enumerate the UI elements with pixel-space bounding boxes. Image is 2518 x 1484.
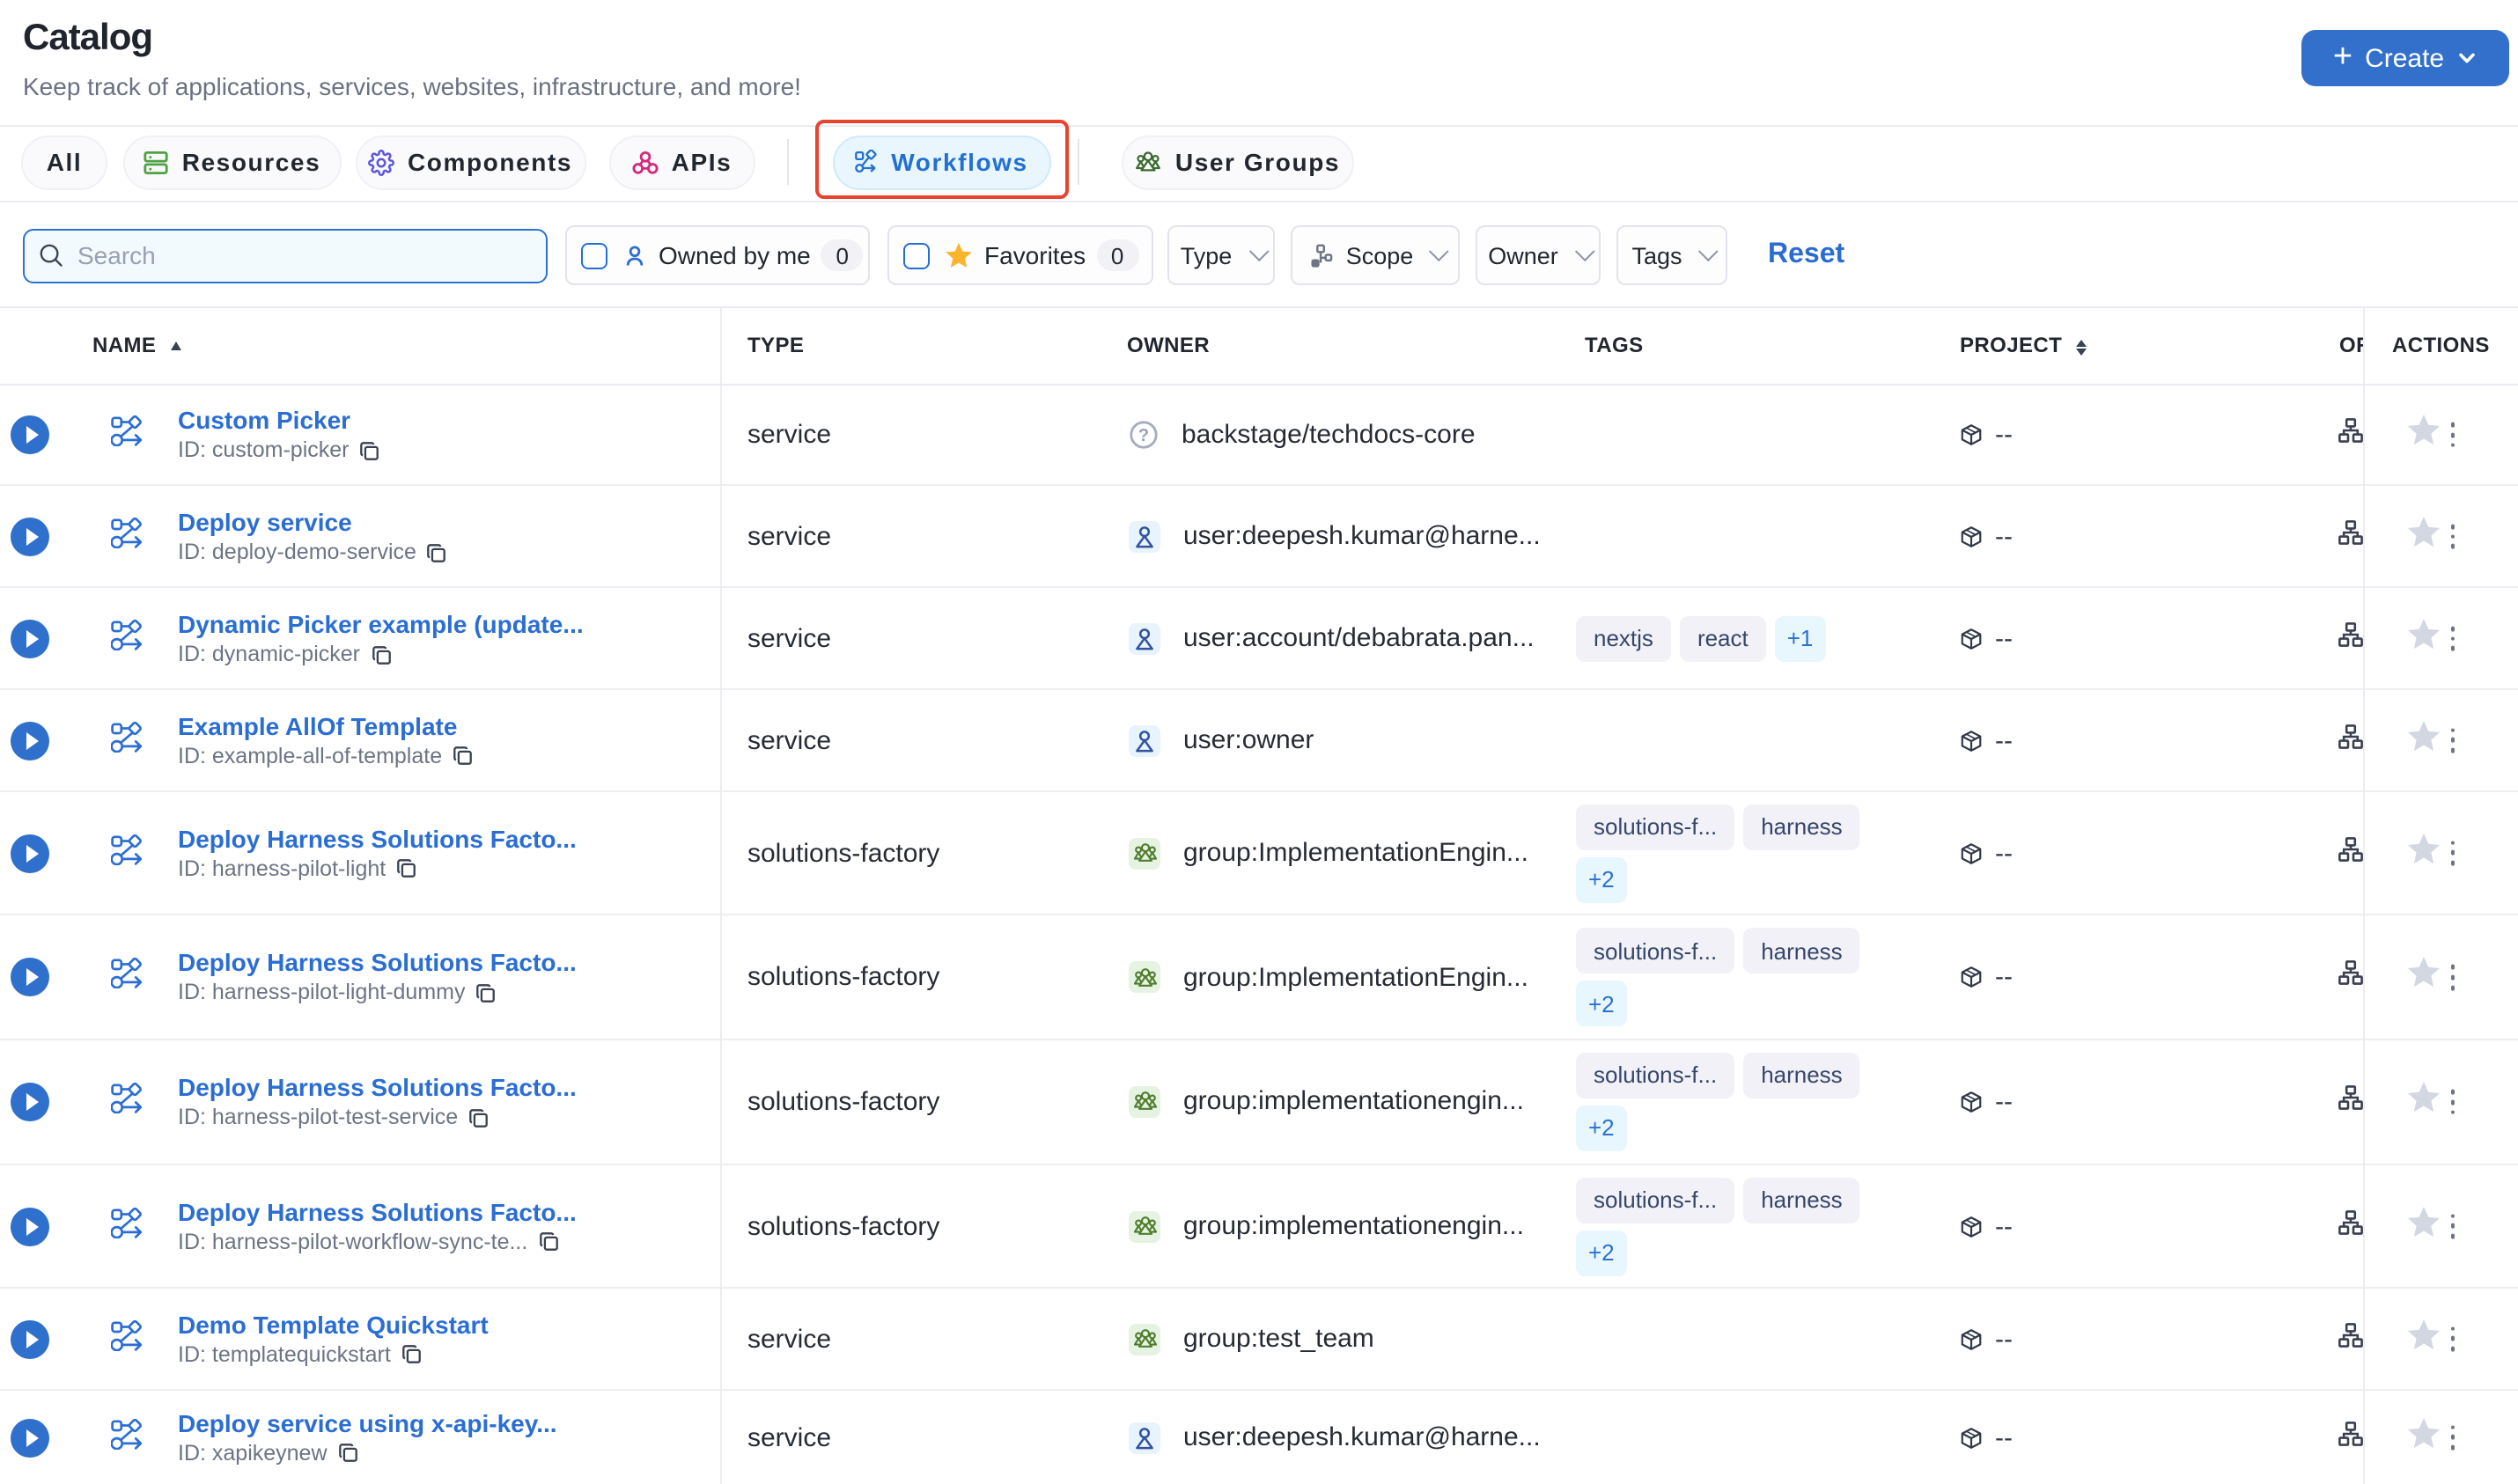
svg-text:?: ?	[1138, 426, 1149, 445]
